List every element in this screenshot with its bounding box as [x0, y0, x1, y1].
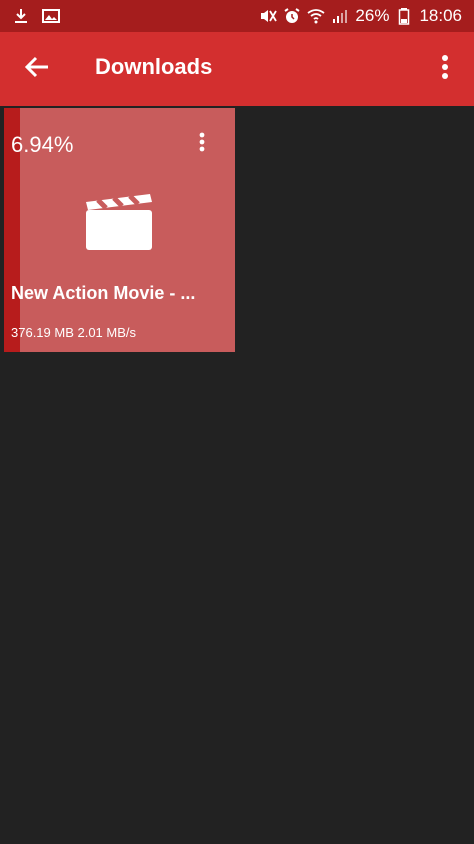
page-title: Downloads: [95, 54, 213, 79]
battery-icon: [395, 7, 413, 25]
alarm-icon: [283, 7, 301, 25]
image-icon: [42, 7, 60, 25]
battery-percent: 26%: [355, 6, 390, 25]
arrow-left-icon: [24, 55, 50, 84]
signal-icon: [331, 7, 349, 25]
download-card[interactable]: 6.94% New Action Movie - ... 376.19 MB 2…: [4, 108, 235, 352]
overflow-menu-button[interactable]: [430, 52, 460, 86]
movie-clapper-icon: [82, 190, 154, 252]
download-size-speed: 376.19 MB 2.01 MB/s: [11, 325, 137, 340]
mute-icon: [259, 7, 278, 25]
download-menu-button[interactable]: [190, 130, 214, 158]
status-bar-left: [12, 7, 60, 25]
more-vert-icon: [199, 132, 205, 157]
back-button[interactable]: [20, 52, 54, 86]
wifi-icon: [307, 7, 325, 25]
download-percent: 6.94%: [11, 132, 74, 157]
download-icon: [12, 7, 30, 25]
clock: 18:06: [419, 6, 462, 25]
status-bar: 26% 18:06: [0, 0, 474, 32]
app-bar: Downloads: [0, 32, 474, 106]
download-file-name: New Action Movie - ...: [11, 283, 196, 303]
more-vert-icon: [441, 54, 449, 85]
status-bar-right: 26% 18:06: [259, 6, 462, 26]
